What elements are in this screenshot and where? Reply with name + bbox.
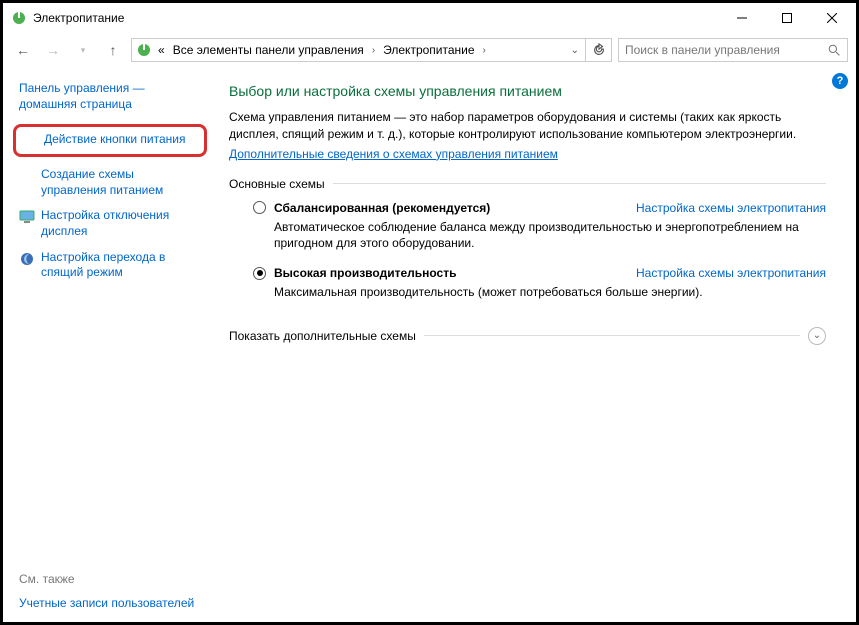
chevron-right-icon[interactable]: › bbox=[481, 45, 488, 56]
plan-high-performance: Высокая производительность Настройка схе… bbox=[229, 266, 826, 315]
page-description: Схема управления питанием — это набор па… bbox=[229, 109, 826, 143]
plan-settings-link[interactable]: Настройка схемы электропитания bbox=[636, 201, 826, 215]
search-placeholder: Поиск в панели управления bbox=[625, 43, 780, 57]
section-header: Основные схемы bbox=[229, 177, 826, 191]
control-panel-home-link[interactable]: Панель управления — домашняя страница bbox=[19, 81, 201, 112]
chevron-down-icon[interactable]: ⌄ bbox=[808, 327, 826, 345]
more-info-link[interactable]: Дополнительные сведения о схемах управле… bbox=[229, 147, 558, 161]
refresh-button[interactable] bbox=[586, 38, 612, 62]
recent-dropdown[interactable]: ▾ bbox=[71, 38, 95, 62]
expand-additional-plans[interactable]: Показать дополнительные схемы ⌄ bbox=[229, 327, 826, 345]
sidebar-item-power-button-action[interactable]: Действие кнопки питания bbox=[13, 124, 207, 157]
main-panel: Выбор или настройка схемы управления пит… bbox=[213, 67, 856, 622]
breadcrumb-prefix: « bbox=[156, 43, 167, 57]
forward-button[interactable]: → bbox=[41, 38, 65, 62]
search-icon bbox=[828, 44, 841, 57]
navbar: ← → ▾ ↑ « Все элементы панели управления… bbox=[3, 33, 856, 67]
plan-settings-link[interactable]: Настройка схемы электропитания bbox=[636, 266, 826, 280]
sidebar-item-sleep[interactable]: Настройка перехода в спящий режим bbox=[19, 250, 201, 281]
moon-icon bbox=[19, 251, 35, 267]
blank-icon bbox=[22, 133, 38, 149]
window-title: Электропитание bbox=[33, 11, 124, 25]
sidebar-item-create-plan[interactable]: Создание схемы управления питанием bbox=[19, 167, 201, 198]
see-also-user-accounts[interactable]: Учетные записи пользователей bbox=[19, 596, 201, 610]
plan-description: Максимальная производительность (может п… bbox=[274, 284, 826, 301]
sidebar: Панель управления — домашняя страница Де… bbox=[3, 67, 213, 622]
radio-balanced[interactable] bbox=[253, 201, 266, 214]
blank-icon bbox=[19, 168, 35, 184]
maximize-button[interactable] bbox=[764, 4, 809, 32]
address-bar[interactable]: « Все элементы панели управления › Элект… bbox=[131, 38, 586, 62]
breadcrumb-seg-2[interactable]: Электропитание bbox=[381, 43, 476, 57]
back-button[interactable]: ← bbox=[11, 38, 35, 62]
monitor-icon bbox=[19, 209, 35, 225]
page-heading: Выбор или настройка схемы управления пит… bbox=[229, 83, 826, 99]
radio-high-performance[interactable] bbox=[253, 267, 266, 280]
plan-name: Высокая производительность bbox=[274, 266, 456, 280]
see-also-label: См. также bbox=[19, 572, 201, 586]
plan-balanced: Сбалансированная (рекомендуется) Настрой… bbox=[229, 201, 826, 267]
up-button[interactable]: ↑ bbox=[101, 38, 125, 62]
sidebar-item-display-off[interactable]: Настройка отключения дисплея bbox=[19, 208, 201, 239]
plan-description: Автоматическое соблюдение баланса между … bbox=[274, 219, 826, 253]
minimize-button[interactable] bbox=[719, 4, 764, 32]
search-input[interactable]: Поиск в панели управления bbox=[618, 38, 848, 62]
chevron-right-icon[interactable]: › bbox=[370, 45, 377, 56]
breadcrumb-seg-1[interactable]: Все элементы панели управления bbox=[171, 43, 366, 57]
chevron-down-icon[interactable]: ⌄ bbox=[569, 45, 581, 56]
plan-name: Сбалансированная (рекомендуется) bbox=[274, 201, 490, 215]
power-icon bbox=[136, 42, 152, 58]
app-icon bbox=[11, 10, 27, 26]
close-button[interactable] bbox=[809, 4, 854, 32]
titlebar: Электропитание bbox=[3, 3, 856, 33]
